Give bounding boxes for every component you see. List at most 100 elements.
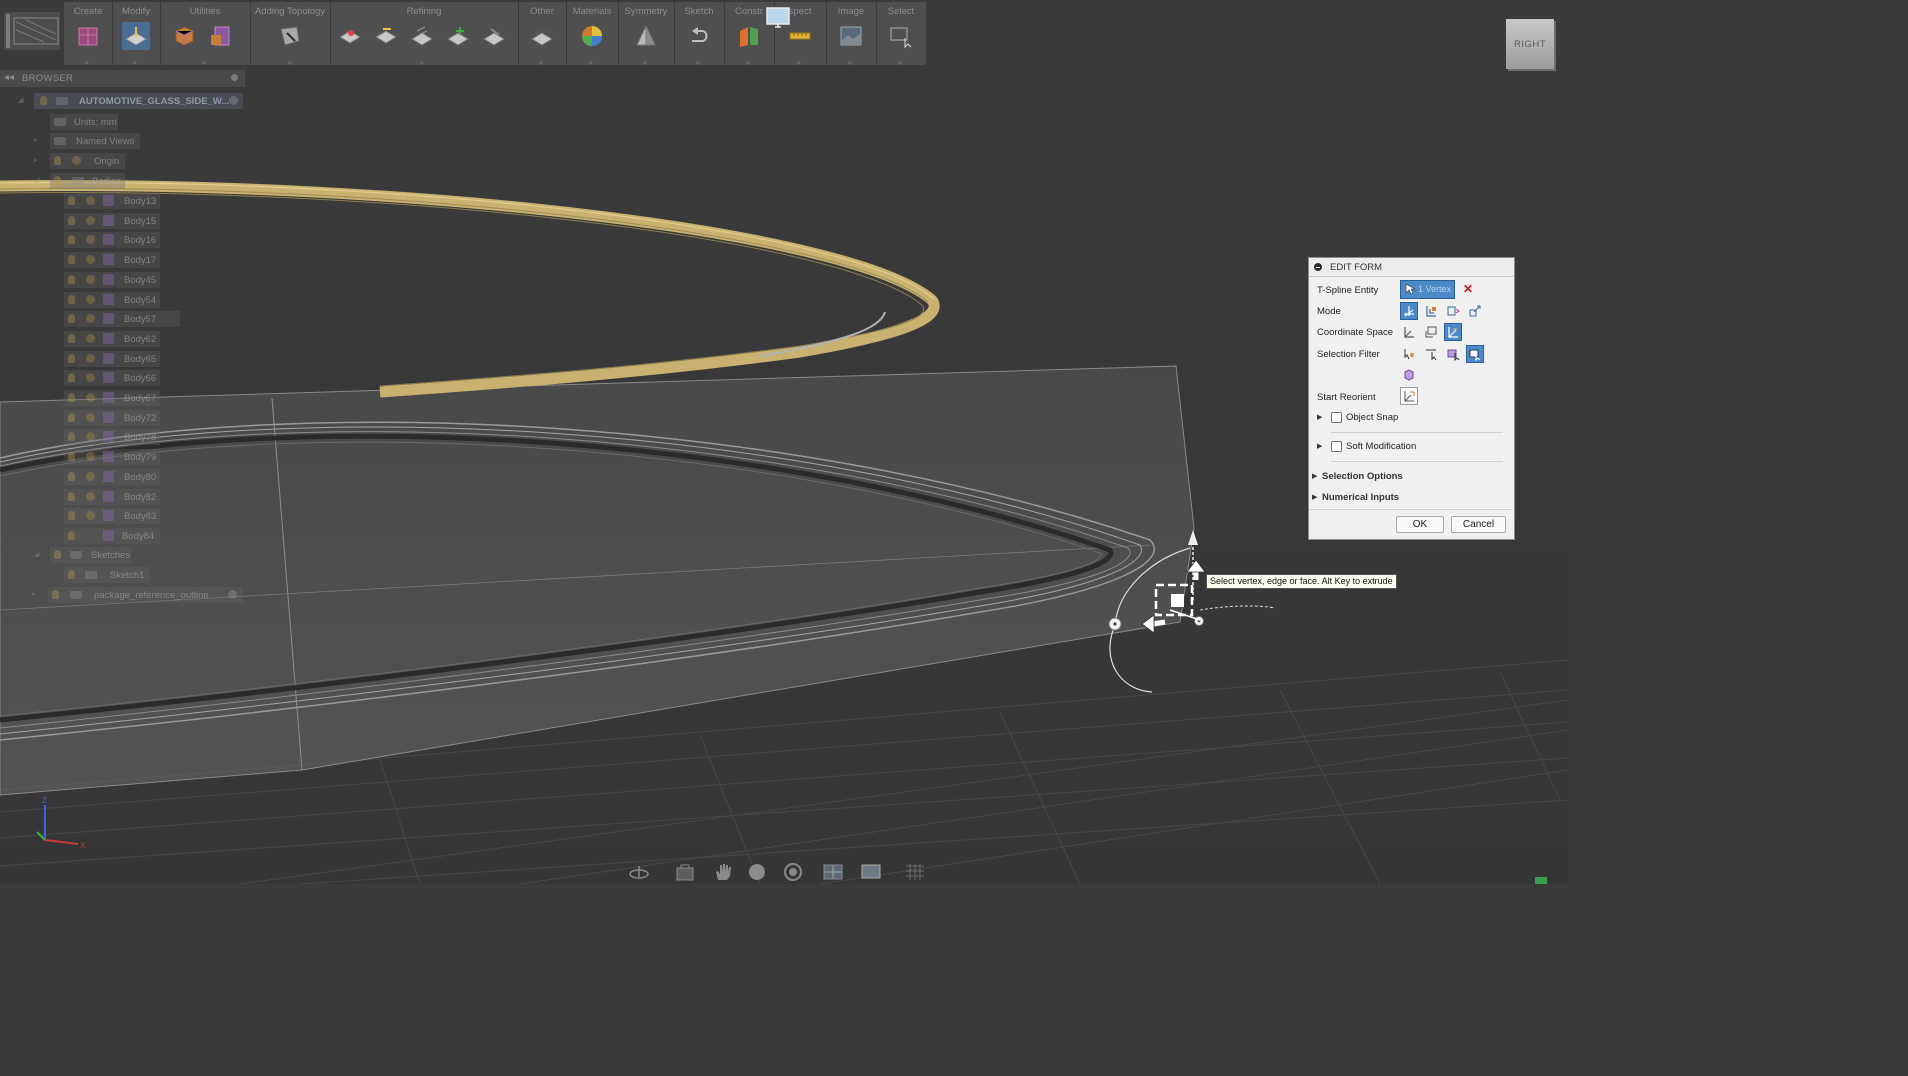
visibility-bulb-icon[interactable]	[68, 511, 75, 521]
expand-arrow-icon[interactable]: ▶	[1312, 472, 1317, 480]
visibility-bulb-icon[interactable]	[52, 590, 59, 599]
visibility-bulb-icon[interactable]	[68, 235, 75, 245]
browser-body-item[interactable]: Body65	[64, 350, 160, 367]
browser-body-item[interactable]: Body54	[64, 291, 160, 308]
toolbar-group-other[interactable]: Other ▾	[518, 2, 567, 67]
visibility-bulb-icon[interactable]	[68, 353, 75, 363]
display-settings-icon[interactable]	[822, 862, 844, 882]
collapse-arrow-icon[interactable]: ◢	[18, 96, 23, 104]
browser-body-item[interactable]: Body15	[64, 212, 160, 229]
browser-item-units[interactable]: Units: mm	[50, 114, 118, 130]
convert-icon[interactable]	[206, 22, 234, 50]
browser-body-item[interactable]: Body57	[64, 311, 180, 328]
visibility-bulb-icon[interactable]	[40, 96, 47, 105]
filter-vertex-icon[interactable]	[1400, 345, 1418, 363]
visibility-bulb-icon[interactable]	[68, 412, 75, 422]
visibility-bulb-icon[interactable]	[68, 314, 75, 324]
repair-body-icon[interactable]	[528, 22, 556, 50]
dropdown-icon[interactable]: ▾	[898, 59, 902, 67]
browser-root-item[interactable]: ◢ AUTOMOTIVE_GLASS_SIDE_W...	[18, 93, 243, 109]
browser-body-item[interactable]: Body82	[64, 488, 160, 505]
zoom-icon[interactable]	[746, 862, 768, 882]
browser-body-item[interactable]: Body84	[64, 527, 160, 544]
plane-icon[interactable]	[735, 22, 763, 50]
toolbar-group-sketch[interactable]: Sketch ▾	[674, 2, 725, 67]
expand-arrow-icon[interactable]: ▸	[32, 590, 36, 598]
browser-body-item[interactable]: Body16	[64, 232, 160, 249]
browser-body-item[interactable]: Body13	[64, 193, 160, 209]
ok-button[interactable]: OK	[1396, 516, 1444, 533]
browser-item-named-views[interactable]: ▸ Named Views	[34, 133, 140, 149]
visibility-bulb-icon[interactable]	[68, 452, 75, 462]
mode-multi-icon[interactable]	[1400, 302, 1418, 320]
browser-body-item[interactable]: Body62	[64, 330, 160, 347]
visibility-bulb-icon[interactable]	[68, 373, 75, 383]
mode-translate-icon[interactable]	[1422, 302, 1440, 320]
edit-form-icon[interactable]	[122, 22, 150, 50]
create-box-icon[interactable]	[74, 22, 102, 50]
screen-icon[interactable]	[765, 5, 791, 31]
browser-body-item[interactable]: Body80	[64, 468, 160, 485]
visibility-bulb-icon[interactable]	[68, 215, 75, 225]
slide-edge-icon[interactable]	[444, 22, 472, 50]
visibility-bulb-icon[interactable]	[68, 255, 75, 265]
toolbar-group-refining[interactable]: Refining ▾	[330, 2, 519, 67]
browser-item-sketch1[interactable]: Sketch1	[64, 567, 150, 583]
toolbar-group-modify[interactable]: Modify ▾	[112, 2, 161, 67]
expand-arrow-icon[interactable]: ▶	[1317, 413, 1322, 421]
expand-arrow-icon[interactable]: ▸	[34, 136, 38, 144]
selection-options-section[interactable]: Selection Options	[1322, 471, 1403, 482]
visibility-bulb-icon[interactable]	[68, 570, 75, 579]
toolbar-group-image[interactable]: Image ▾	[826, 2, 877, 67]
fit-icon[interactable]	[782, 862, 804, 882]
visibility-bulb-icon[interactable]	[68, 530, 75, 540]
expand-arrow-icon[interactable]: ▶	[1312, 493, 1317, 501]
toolbar-group-symmetry[interactable]: Symmetry ▾	[618, 2, 675, 67]
dropdown-icon[interactable]: ▾	[85, 59, 89, 67]
pan-icon[interactable]	[712, 862, 734, 882]
dropdown-icon[interactable]: ▾	[133, 59, 137, 67]
visibility-bulb-icon[interactable]	[54, 156, 61, 165]
dropdown-icon[interactable]: ▾	[848, 59, 852, 67]
dropdown-icon[interactable]: ▾	[746, 59, 750, 67]
stop-sketch-icon[interactable]	[685, 22, 713, 50]
visibility-bulb-icon[interactable]	[68, 393, 75, 402]
browser-body-item[interactable]: Body72	[64, 409, 160, 426]
display-mode-icon[interactable]	[170, 22, 198, 50]
appearance-icon[interactable]	[578, 22, 606, 50]
collapse-browser-icon[interactable]: ◂◂	[4, 72, 14, 83]
visibility-bulb-icon[interactable]	[68, 432, 75, 442]
mode-rotate-icon[interactable]	[1444, 302, 1462, 320]
pull-icon[interactable]	[480, 22, 508, 50]
dropdown-icon[interactable]: ▾	[288, 59, 292, 67]
browser-body-item[interactable]: Body45	[64, 271, 160, 288]
browser-body-item[interactable]: Body83	[64, 508, 160, 525]
soft-modification-checkbox[interactable]	[1331, 441, 1342, 452]
crease-icon[interactable]	[336, 22, 364, 50]
visibility-bulb-icon[interactable]	[68, 333, 75, 343]
orbit-icon[interactable]	[628, 862, 650, 882]
cancel-button[interactable]: Cancel	[1451, 516, 1506, 533]
tspline-entity-selector[interactable]: 1 Vertex	[1400, 280, 1455, 299]
browser-item-sketches[interactable]: ◢ Sketches	[34, 547, 132, 563]
world-space-icon[interactable]	[1400, 323, 1418, 341]
dropdown-icon[interactable]: ▾	[202, 59, 206, 67]
numerical-inputs-section[interactable]: Numerical Inputs	[1322, 492, 1399, 503]
pin-icon[interactable]	[231, 74, 238, 81]
dropdown-icon[interactable]: ▾	[589, 59, 593, 67]
grid-icon[interactable]	[904, 862, 926, 882]
dropdown-icon[interactable]: ▾	[696, 59, 700, 67]
visibility-bulb-icon[interactable]	[68, 294, 75, 304]
select-window-icon[interactable]	[887, 22, 915, 50]
dropdown-icon[interactable]: ▾	[643, 59, 647, 67]
view-cube[interactable]: RIGHT	[1506, 19, 1554, 69]
toolbar-group-create[interactable]: Create ▾	[64, 2, 113, 67]
visibility-bulb-icon[interactable]	[68, 196, 75, 205]
browser-body-item[interactable]: Body67	[64, 390, 160, 406]
radio-icon[interactable]	[228, 590, 237, 599]
visibility-bulb-icon[interactable]	[54, 550, 61, 559]
filter-edge-icon[interactable]	[1422, 345, 1440, 363]
reorient-icon[interactable]	[1400, 387, 1418, 405]
canvas-image-icon[interactable]	[837, 22, 865, 50]
uncrease-icon[interactable]	[372, 22, 400, 50]
